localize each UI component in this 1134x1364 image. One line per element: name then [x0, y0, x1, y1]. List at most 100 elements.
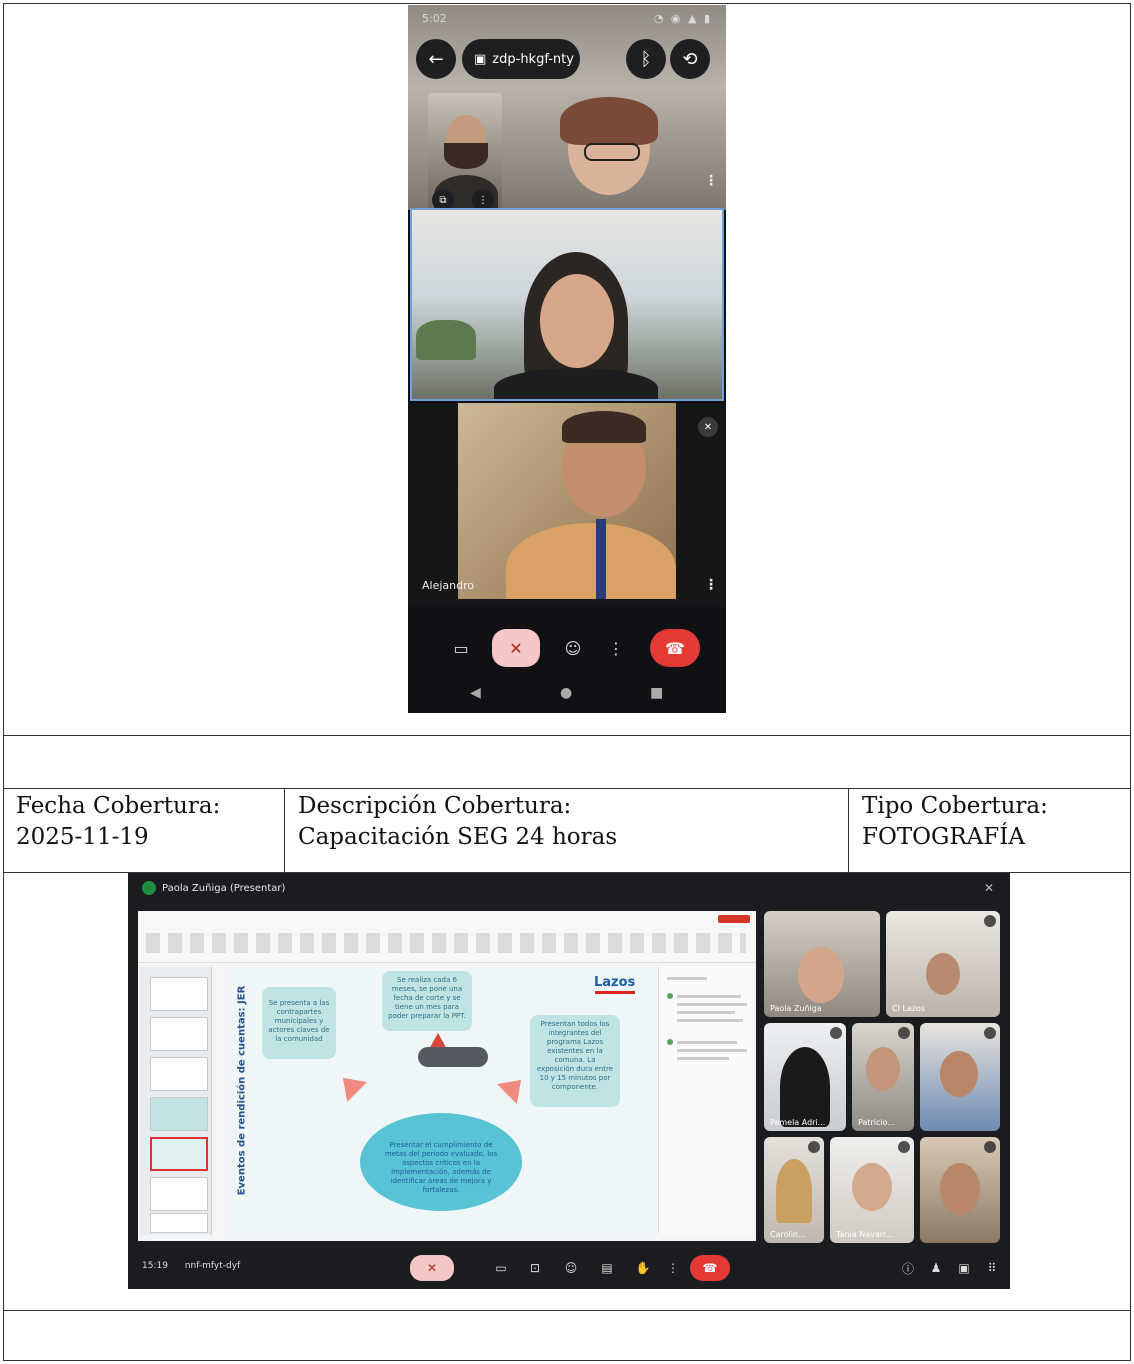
- participant-beard: [444, 143, 488, 169]
- end-call-icon[interactable]: ☎: [690, 1255, 730, 1281]
- participant-tile[interactable]: Paola Zuñiga: [764, 911, 880, 1017]
- slide-thumbnail: [150, 977, 208, 1011]
- camera-icon[interactable]: ▭: [490, 1255, 512, 1281]
- emoji-icon[interactable]: ☺: [558, 629, 588, 667]
- presenter-bar: Paola Zuñiga (Presentar): [142, 881, 285, 895]
- participant-name: Patricio...: [858, 1118, 896, 1127]
- android-nav-bar: ◀ ● ■: [408, 677, 726, 713]
- participant-hair: [560, 97, 658, 145]
- slide-thumbnail: [150, 1213, 208, 1233]
- mic-off-icon: [808, 1141, 820, 1153]
- slide-box-right: Presentan todos los integrantes del prog…: [530, 1015, 620, 1107]
- end-call-icon[interactable]: ☎: [650, 629, 700, 667]
- meeting-code: zdp-hkgf-nty: [492, 51, 574, 67]
- slide-thumbnail-selected: [150, 1137, 208, 1171]
- participant-tile[interactable]: [920, 1137, 1000, 1243]
- participant-tile[interactable]: Tania Navarr...: [830, 1137, 914, 1243]
- people-icon[interactable]: ♟: [926, 1255, 946, 1281]
- table-divider: [3, 1310, 1131, 1311]
- glasses: [584, 143, 640, 161]
- more-icon[interactable]: ⋮: [704, 577, 718, 593]
- slide-box-left: Se presenta a las contrapartes municipal…: [262, 987, 336, 1059]
- chat-icon[interactable]: ▣: [954, 1255, 974, 1281]
- participant-tile[interactable]: Carolin...: [764, 1137, 824, 1243]
- shared-screen: Eventos de rendición de cuentas: JER Se …: [138, 911, 756, 1241]
- mic-off-icon: [984, 915, 996, 927]
- presenter-mini-controls: [418, 1047, 488, 1067]
- presenter-avatar: [142, 881, 156, 895]
- more-icon[interactable]: ⋮: [666, 1255, 680, 1281]
- calendar-icon: ▣: [474, 51, 487, 67]
- participant-shirt: [494, 368, 658, 399]
- participant-tile[interactable]: CI Lazos: [886, 911, 1000, 1017]
- pin-icon[interactable]: ✕: [984, 881, 994, 895]
- column-divider: [284, 788, 285, 872]
- mic-off-icon[interactable]: ✕: [410, 1255, 454, 1281]
- activities-icon[interactable]: ⠿: [982, 1255, 1002, 1281]
- emoji-icon[interactable]: ☺: [560, 1255, 582, 1281]
- raise-hand-icon[interactable]: ✋: [632, 1255, 654, 1281]
- slide-thumbnail: [150, 1057, 208, 1091]
- switch-camera-icon[interactable]: ⟲: [670, 39, 710, 79]
- description-label: Descripción Cobertura:: [298, 793, 572, 819]
- clock-time: 15:19: [142, 1261, 168, 1271]
- status-time: 5:02: [422, 12, 447, 25]
- description-value: Capacitación SEG 24 horas: [298, 824, 618, 850]
- slide-thumbnail: [150, 1177, 208, 1211]
- comments-pane: [658, 967, 754, 1233]
- table-divider: [3, 735, 1131, 736]
- participant-tile[interactable]: [920, 1023, 1000, 1131]
- more-icon[interactable]: ⋮: [704, 173, 718, 189]
- participant-tile[interactable]: ✕ Alejandro ⋮: [408, 403, 726, 607]
- slide-vertical-title: Eventos de rendición de cuentas: JER: [236, 985, 248, 1196]
- slide-thumbnails: [140, 967, 212, 1235]
- self-view-tile[interactable]: ⧉ ⋮: [428, 93, 502, 213]
- participant-video: [458, 403, 676, 599]
- mic-off-icon: [984, 1027, 996, 1039]
- current-slide: Eventos de rendición de cuentas: JER Se …: [228, 967, 654, 1233]
- ppt-ribbon: [138, 911, 756, 963]
- meeting-info: 15:19 nnf-mfyt-dyf: [142, 1261, 240, 1271]
- table-divider: [3, 788, 1131, 789]
- present-icon[interactable]: ⊡: [524, 1255, 546, 1281]
- phone-screenshot: 5:02 ◔ ◉ ▲ ▮ ← ▣ zdp-hkgf-nty ᛒ ⟲ ⧉ ⋮ ⋮ …: [408, 5, 726, 713]
- back-arrow-icon[interactable]: ←: [416, 39, 456, 79]
- active-speaker-tile[interactable]: [410, 208, 724, 401]
- plant: [416, 320, 476, 360]
- mic-off-icon: [984, 1141, 996, 1153]
- slide-thumbnail: [150, 1017, 208, 1051]
- meet-control-bar: 15:19 nnf-mfyt-dyf ✕ ▭ ⊡ ☺ ▤ ✋ ⋮ ☎ ⓘ ♟ ▣…: [128, 1247, 1010, 1289]
- meeting-code-pill[interactable]: ▣ zdp-hkgf-nty: [462, 39, 580, 79]
- status-icons: ◔ ◉ ▲ ▮: [653, 12, 712, 25]
- type-value: FOTOGRAFÍA: [862, 824, 1025, 850]
- participant-name: Carolin...: [770, 1230, 806, 1239]
- info-icon[interactable]: ⓘ: [898, 1255, 918, 1281]
- desktop-screenshot: Paola Zuñiga (Presentar) ✕ Eventos de re…: [128, 873, 1010, 1289]
- meeting-code: nnf-mfyt-dyf: [184, 1261, 241, 1271]
- slide-ellipse: Presentar el cumplimiento de metas del p…: [360, 1113, 522, 1211]
- nav-recents-icon[interactable]: ■: [650, 685, 663, 701]
- mic-off-icon[interactable]: ✕: [492, 629, 540, 667]
- participant-tile[interactable]: Pamela Adri...: [764, 1023, 846, 1131]
- date-label: Fecha Cobertura:: [16, 793, 221, 819]
- presenter-title: Paola Zuñiga (Presentar): [162, 882, 286, 894]
- nav-home-icon[interactable]: ●: [560, 685, 572, 701]
- participant-tile[interactable]: Patricio...: [852, 1023, 914, 1131]
- type-label: Tipo Cobertura:: [862, 793, 1048, 819]
- captions-icon[interactable]: ▤: [596, 1255, 618, 1281]
- lazos-logo: Lazos: [594, 975, 635, 994]
- mic-off-icon: [830, 1027, 842, 1039]
- participant-face: [540, 274, 614, 368]
- mic-off-icon: [898, 1027, 910, 1039]
- slide-arrow: [497, 1070, 531, 1104]
- mic-off-icon: [898, 1141, 910, 1153]
- slide-box-top: Se realiza cada 6 meses, se pone una fec…: [382, 971, 472, 1031]
- more-icon[interactable]: ⋮: [606, 629, 626, 667]
- participant-name: Paola Zuñiga: [770, 1004, 822, 1013]
- nav-back-icon[interactable]: ◀: [470, 685, 481, 701]
- camera-icon[interactable]: ▭: [446, 629, 476, 667]
- ribbon-tools: [146, 933, 746, 953]
- participant-name: Tania Navarr...: [836, 1230, 894, 1239]
- bluetooth-icon[interactable]: ᛒ: [626, 39, 666, 79]
- lanyard: [596, 519, 606, 599]
